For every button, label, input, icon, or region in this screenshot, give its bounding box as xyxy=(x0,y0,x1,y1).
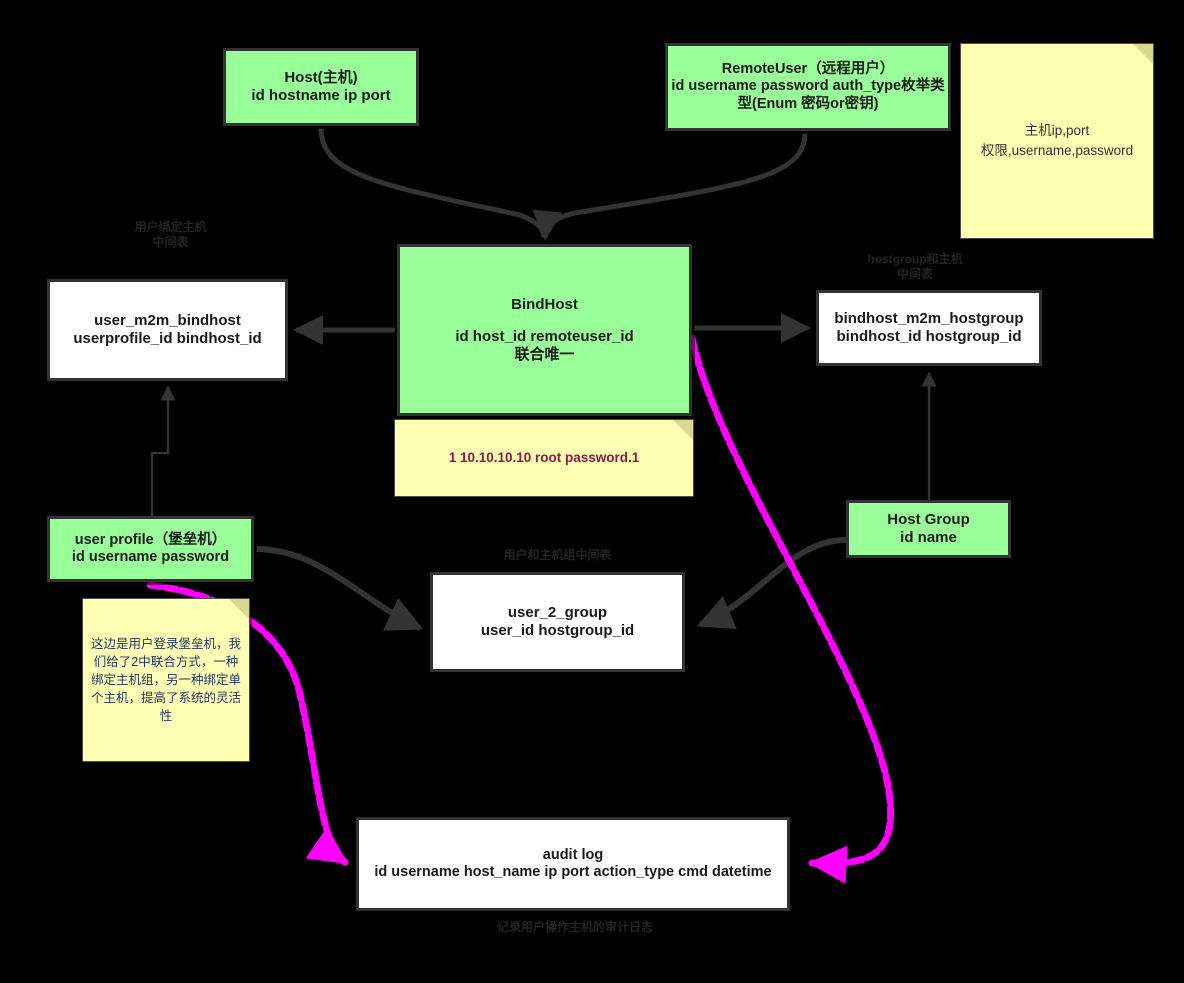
node-remoteuser-fields: id username password auth_type枚举类型(Enum … xyxy=(671,78,945,112)
node-host-group-fields: id name xyxy=(900,529,957,546)
caption-left: 用户绑定主机 中间表 xyxy=(134,220,207,249)
node-host-group[interactable]: Host Group id name xyxy=(846,500,1011,558)
node-audit-log[interactable]: audit log id username host_name ip port … xyxy=(356,817,790,911)
note-user-profile-text: 这边是用户登录堡垒机，我们给了2中联合方式，一种绑定主机组，另一种绑定单个主机，… xyxy=(91,636,242,724)
caption-mid: 用户和主机组中间表 xyxy=(503,548,612,562)
node-user-profile[interactable]: user profile（堡垒机） id username password xyxy=(47,516,254,582)
page-fold-icon xyxy=(673,420,693,440)
edge-remoteuser-to-bindhost xyxy=(532,132,808,241)
node-user-m2m-bindhost-title: user_m2m_bindhost xyxy=(94,312,241,329)
node-user-2-group[interactable]: user_2_group user_id hostgroup_id xyxy=(430,572,685,672)
node-remoteuser[interactable]: RemoteUser（远程用户） id username password au… xyxy=(665,43,951,131)
edge-host-to-bindhost xyxy=(318,127,547,238)
node-audit-log-title: audit log xyxy=(542,846,604,863)
node-user-2-group-fields: user_id hostgroup_id xyxy=(480,622,635,639)
node-bindhost-m2m-hostgroup[interactable]: bindhost_m2m_hostgroup bindhost_id hostg… xyxy=(816,290,1042,366)
node-bindhost-m2m-hostgroup-fields: bindhost_id hostgroup_id xyxy=(836,328,1022,345)
node-host[interactable]: Host(主机) id hostname ip port xyxy=(223,48,419,126)
node-user-2-group-title: user_2_group xyxy=(507,604,608,621)
note-top-right[interactable]: 主机ip,port 权限,username,password xyxy=(960,43,1154,239)
node-host-group-title: Host Group xyxy=(887,511,970,528)
node-user-m2m-bindhost[interactable]: user_m2m_bindhost userprofile_id bindhos… xyxy=(47,279,288,381)
note-top-right-line1: 主机ip,port xyxy=(1024,123,1090,139)
node-audit-log-fields: id username host_name ip port action_typ… xyxy=(374,864,772,880)
edge-userprofile-to-user-m2m xyxy=(150,385,176,516)
note-top-right-line2: 权限,username,password xyxy=(980,143,1134,158)
node-bindhost-fields: id host_id remoteuser_id xyxy=(455,328,634,345)
node-bindhost[interactable]: BindHost id host_id remoteuser_id 联合唯一 xyxy=(397,244,692,416)
node-user-profile-fields: id username password xyxy=(71,549,230,565)
node-remoteuser-title: RemoteUser（远程用户） xyxy=(721,60,895,77)
node-user-profile-title: user profile（堡垒机） xyxy=(74,531,227,548)
caption-right: hostgroup和主机 中间表 xyxy=(867,252,963,281)
page-fold-icon xyxy=(229,599,249,619)
node-host-fields: id hostname ip port xyxy=(251,87,391,104)
node-bindhost-constraint: 联合唯一 xyxy=(514,346,575,363)
node-user-m2m-bindhost-fields: userprofile_id bindhost_id xyxy=(73,330,262,347)
node-bindhost-title: BindHost xyxy=(511,296,578,313)
note-user-profile[interactable]: 这边是用户登录堡垒机，我们给了2中联合方式，一种绑定主机组，另一种绑定单个主机，… xyxy=(82,598,250,762)
node-host-title: Host(主机) xyxy=(284,69,358,86)
diagram-canvas: 用户绑定主机 中间表 hostgroup和主机 中间表 用户和主机组中间表 记录… xyxy=(0,0,1184,983)
edge-userprofile-to-user2group xyxy=(255,546,424,631)
note-bindhost-sample-text: 1 10.10.10.10 root password.1 xyxy=(448,450,640,466)
caption-audit: 记录用户操作主机的审计日志 xyxy=(496,920,653,934)
note-bindhost-sample[interactable]: 1 10.10.10.10 root password.1 xyxy=(394,419,694,497)
node-bindhost-m2m-hostgroup-title: bindhost_m2m_hostgroup xyxy=(834,310,1024,327)
note-top-right-text: 主机ip,port 权限,username,password xyxy=(973,117,1141,164)
page-fold-icon xyxy=(1133,44,1153,64)
edge-hostgroup-to-user2group xyxy=(696,537,847,630)
edge-bindhost-to-audit xyxy=(688,334,895,885)
